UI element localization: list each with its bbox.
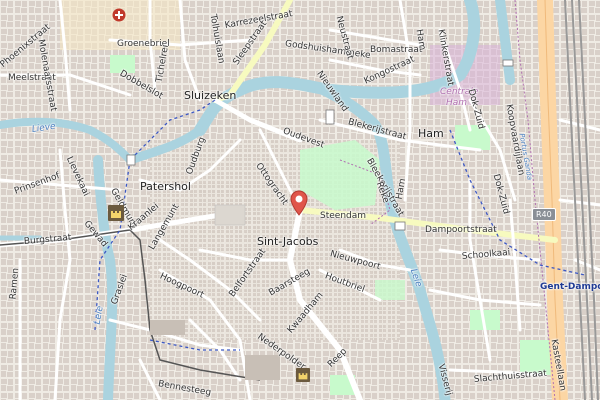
place-label-patershol: Patershol (140, 180, 191, 193)
street-label-steendam: Steendam (320, 211, 367, 221)
street-label-bomastraat: Bomastraat (370, 45, 423, 55)
station-label-gent-dampoort: Gent-Dampoort (540, 282, 600, 292)
area-label-ham: Ham (446, 98, 468, 108)
map-canvas[interactable]: Sluizeken Patershol Sint-Jacobs Ham Gent… (0, 0, 600, 400)
place-label-sint-jacobs: Sint-Jacobs (257, 235, 319, 248)
road-shield-r40: R40 (532, 208, 556, 221)
place-label-ham: Ham (418, 127, 444, 140)
place-label-sluizeken: Sluizeken (184, 89, 237, 102)
street-label-dampoortstraat: Dampoortstraat (425, 225, 497, 235)
